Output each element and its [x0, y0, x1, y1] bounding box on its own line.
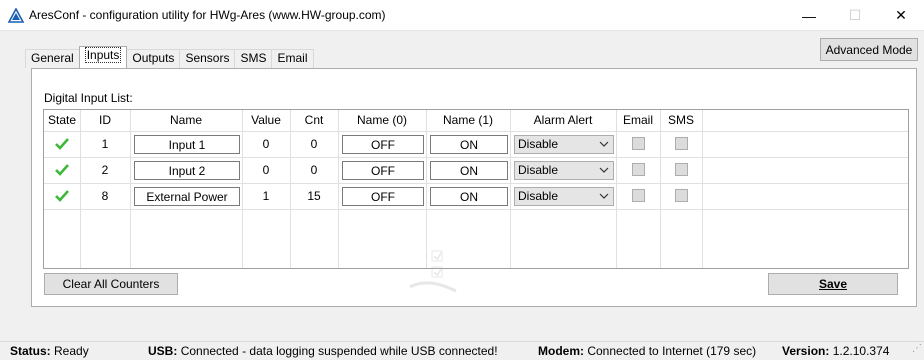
- tab-email-label: Email: [277, 51, 308, 65]
- inputs-panel: Digital Input List: State ID Name Value …: [31, 68, 917, 307]
- row-cnt: 0: [310, 137, 318, 151]
- chevron-down-icon: [599, 141, 609, 147]
- usb-label: USB:: [148, 344, 178, 358]
- watermark-logo-icon: [409, 250, 457, 293]
- name-field[interactable]: Input 2: [134, 161, 240, 180]
- status-bar: Status: Ready USB: Connected - data logg…: [0, 341, 924, 360]
- grid-divider: [660, 110, 661, 268]
- title-bar: AresConf - configuration utility for HWg…: [0, 0, 924, 31]
- grid-divider: [44, 157, 908, 158]
- state-ok-icon: [55, 164, 69, 176]
- chevron-down-icon: [599, 193, 609, 199]
- alarm-alert-value: Disable: [518, 163, 559, 177]
- grid-divider: [44, 131, 908, 132]
- name0-field[interactable]: OFF: [342, 187, 424, 206]
- row-value: 1: [262, 189, 270, 203]
- maximize-button[interactable]: ☐: [832, 0, 878, 31]
- email-checkbox[interactable]: [632, 163, 645, 176]
- status-value: Ready: [54, 344, 89, 358]
- column-header-value: Value: [251, 113, 281, 127]
- modem-section: Modem: Connected to Internet (179 sec): [538, 342, 756, 360]
- state-ok-icon: [55, 190, 69, 202]
- status-section: Status: Ready: [10, 342, 89, 360]
- row-id: 1: [101, 137, 109, 151]
- tab-general[interactable]: General: [25, 49, 80, 68]
- tab-inputs-label: Inputs: [84, 47, 122, 63]
- digital-input-grid: State ID Name Value Cnt Name (0) Name (1…: [43, 109, 909, 269]
- version-value: 1.2.10.374: [832, 344, 890, 358]
- tab-outputs-label: Outputs: [132, 51, 175, 65]
- sms-checkbox[interactable]: [675, 137, 688, 150]
- digital-input-list-label: Digital Input List:: [44, 91, 133, 105]
- alarm-alert-value: Disable: [518, 137, 559, 151]
- minimize-button[interactable]: —: [786, 0, 832, 31]
- alarm-alert-value: Disable: [518, 189, 559, 203]
- window-title: AresConf - configuration utility for HWg…: [29, 8, 386, 22]
- column-header-cnt: Cnt: [304, 113, 324, 127]
- modem-value: Connected to Internet (179 sec): [587, 344, 757, 358]
- chevron-down-icon: [599, 167, 609, 173]
- app-icon: [8, 8, 24, 23]
- state-ok-icon: [55, 138, 69, 150]
- grid-divider: [702, 110, 703, 268]
- tab-strip: General Inputs Outputs Sensors SMS Email: [25, 46, 314, 68]
- tab-sensors[interactable]: Sensors: [179, 49, 236, 68]
- grid-divider: [338, 110, 339, 268]
- column-header-sms: SMS: [667, 113, 694, 127]
- column-header-name1: Name (1): [442, 113, 493, 127]
- column-header-name0: Name (0): [356, 113, 407, 127]
- version-section: Version: 1.2.10.374: [782, 342, 889, 360]
- grid-divider: [44, 209, 908, 210]
- sms-checkbox[interactable]: [675, 163, 688, 176]
- status-label: Status:: [10, 344, 51, 358]
- name0-field[interactable]: OFF: [342, 161, 424, 180]
- column-header-state: State: [47, 113, 77, 127]
- row-cnt: 15: [307, 189, 321, 203]
- tab-email[interactable]: Email: [271, 49, 314, 68]
- modem-label: Modem:: [538, 344, 584, 358]
- usb-section: USB: Connected - data logging suspended …: [148, 342, 498, 360]
- close-button[interactable]: ✕: [878, 0, 924, 31]
- name1-field[interactable]: ON: [430, 161, 508, 180]
- grid-divider: [44, 183, 908, 184]
- row-id: 8: [101, 189, 109, 203]
- column-header-alarm-alert: Alarm Alert: [533, 113, 593, 127]
- name-field[interactable]: External Power: [134, 187, 240, 206]
- usb-value: Connected - data logging suspended while…: [180, 344, 498, 358]
- clear-all-counters-button[interactable]: Clear All Counters: [44, 273, 178, 295]
- tab-sms[interactable]: SMS: [234, 49, 273, 68]
- row-value: 0: [262, 163, 270, 177]
- row-value: 0: [262, 137, 270, 151]
- alarm-alert-select[interactable]: Disable: [514, 187, 614, 206]
- save-button[interactable]: Save: [768, 273, 898, 295]
- name1-field[interactable]: ON: [430, 187, 508, 206]
- column-header-name: Name: [169, 113, 202, 127]
- name-field[interactable]: Input 1: [134, 135, 240, 154]
- email-checkbox[interactable]: [632, 137, 645, 150]
- email-checkbox[interactable]: [632, 189, 645, 202]
- tab-general-label: General: [31, 51, 74, 65]
- name1-field[interactable]: ON: [430, 135, 508, 154]
- grid-divider: [510, 110, 511, 268]
- alarm-alert-select[interactable]: Disable: [514, 161, 614, 180]
- column-header-email: Email: [622, 113, 653, 127]
- version-label: Version:: [782, 344, 830, 358]
- column-header-id: ID: [99, 113, 111, 127]
- sms-checkbox[interactable]: [675, 189, 688, 202]
- grid-divider: [130, 110, 131, 268]
- row-id: 2: [101, 163, 109, 177]
- tab-sms-label: SMS: [240, 51, 267, 65]
- client-area: General Inputs Outputs Sensors SMS Email…: [0, 31, 924, 341]
- tab-sensors-label: Sensors: [185, 51, 230, 65]
- resize-grip-icon[interactable]: ⋰: [912, 340, 922, 358]
- advanced-mode-button[interactable]: Advanced Mode: [820, 38, 918, 61]
- tab-inputs[interactable]: Inputs: [78, 46, 128, 68]
- row-cnt: 0: [310, 163, 318, 177]
- grid-divider: [426, 110, 427, 268]
- tab-outputs[interactable]: Outputs: [126, 49, 181, 68]
- name0-field[interactable]: OFF: [342, 135, 424, 154]
- grid-divider: [616, 110, 617, 268]
- alarm-alert-select[interactable]: Disable: [514, 135, 614, 154]
